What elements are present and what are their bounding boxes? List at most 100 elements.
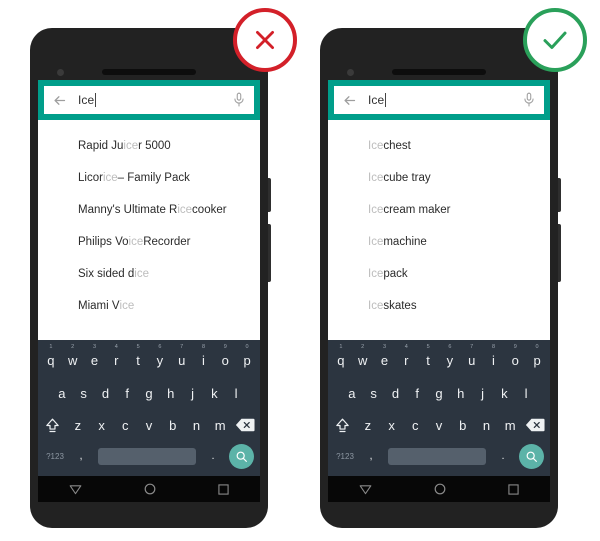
volume-button[interactable] — [268, 224, 271, 282]
period-key[interactable]: . — [202, 450, 224, 462]
key-l[interactable]: l — [515, 387, 537, 400]
search-query[interactable]: Ice — [78, 93, 232, 107]
key-h[interactable]: h — [160, 387, 182, 400]
key-t[interactable]: 5t — [417, 344, 439, 367]
backspace-icon[interactable] — [232, 418, 258, 432]
key-m[interactable]: m — [498, 419, 522, 432]
key-n[interactable]: n — [475, 419, 499, 432]
list-item[interactable]: Philips Vo ice Recorder — [38, 226, 260, 258]
symbols-key[interactable]: ?123 — [330, 452, 360, 461]
nav-back-triangle-icon[interactable] — [69, 484, 82, 495]
key-p[interactable]: 0p — [526, 344, 548, 367]
keyboard-search-key[interactable] — [224, 443, 258, 469]
list-item[interactable]: Miami V ice — [38, 290, 260, 322]
microphone-icon[interactable] — [522, 92, 536, 108]
key-a[interactable]: a — [51, 387, 73, 400]
key-b[interactable]: b — [161, 419, 185, 432]
list-item[interactable]: Ice cream maker — [328, 194, 550, 226]
comma-key[interactable]: , — [70, 450, 92, 462]
period-key[interactable]: . — [492, 450, 514, 462]
key-v[interactable]: v — [137, 419, 161, 432]
comma-key[interactable]: , — [360, 450, 382, 462]
key-q[interactable]: 1q — [40, 344, 62, 367]
key-z[interactable]: z — [66, 419, 90, 432]
nav-recents-square-icon[interactable] — [218, 483, 229, 495]
list-item[interactable]: Manny's Ultimate R ice cooker — [38, 194, 260, 226]
list-item[interactable]: Rapid Ju ice r 5000 — [38, 130, 260, 162]
back-arrow-icon[interactable] — [342, 93, 357, 108]
key-w[interactable]: 2w — [62, 344, 84, 367]
key-j[interactable]: j — [182, 387, 204, 400]
list-item[interactable]: Six sided d ice — [38, 258, 260, 290]
search-query[interactable]: Ice — [368, 93, 522, 107]
key-c[interactable]: c — [403, 419, 427, 432]
key-d[interactable]: d — [385, 387, 407, 400]
key-g[interactable]: g — [428, 387, 450, 400]
key-k[interactable]: k — [203, 387, 225, 400]
list-item[interactable]: Licor ice – Family Pack — [38, 162, 260, 194]
key-i[interactable]: 8i — [193, 344, 215, 367]
space-key[interactable] — [98, 447, 196, 465]
volume-button[interactable] — [558, 224, 561, 282]
key-c[interactable]: c — [113, 419, 137, 432]
list-item[interactable]: Ice cube tray — [328, 162, 550, 194]
power-button[interactable] — [558, 178, 561, 212]
key-j[interactable]: j — [472, 387, 494, 400]
key-l[interactable]: l — [225, 387, 247, 400]
power-button[interactable] — [268, 178, 271, 212]
key-i[interactable]: 8i — [483, 344, 505, 367]
search-input[interactable]: Ice — [368, 93, 384, 107]
key-p[interactable]: 0p — [236, 344, 258, 367]
space-key[interactable] — [388, 447, 486, 465]
key-d[interactable]: d — [95, 387, 117, 400]
nav-home-circle-icon[interactable] — [144, 483, 156, 495]
key-r[interactable]: 4r — [395, 344, 417, 367]
key-f[interactable]: f — [406, 387, 428, 400]
search-field[interactable]: Ice — [44, 86, 254, 114]
key-x[interactable]: x — [380, 419, 404, 432]
key-o[interactable]: 9o — [214, 344, 236, 367]
search-icon[interactable] — [228, 443, 254, 469]
list-item[interactable]: Ice pack — [328, 258, 550, 290]
search-input[interactable]: Ice — [78, 93, 94, 107]
search-field[interactable]: Ice — [334, 86, 544, 114]
shift-icon[interactable] — [40, 417, 66, 434]
nav-back-triangle-icon[interactable] — [359, 484, 372, 495]
key-x[interactable]: x — [90, 419, 114, 432]
key-b[interactable]: b — [451, 419, 475, 432]
key-g[interactable]: g — [138, 387, 160, 400]
symbols-key[interactable]: ?123 — [40, 452, 70, 461]
list-item[interactable]: Ice chest — [328, 130, 550, 162]
key-w[interactable]: 2w — [352, 344, 374, 367]
key-y[interactable]: 6y — [149, 344, 171, 367]
key-q[interactable]: 1q — [330, 344, 352, 367]
key-e[interactable]: 3e — [374, 344, 396, 367]
list-item[interactable]: Ice skates — [328, 290, 550, 322]
nav-recents-square-icon[interactable] — [508, 483, 519, 495]
key-e[interactable]: 3e — [84, 344, 106, 367]
nav-home-circle-icon[interactable] — [434, 483, 446, 495]
keyboard-search-key[interactable] — [514, 443, 548, 469]
key-h[interactable]: h — [450, 387, 472, 400]
key-v[interactable]: v — [427, 419, 451, 432]
key-r[interactable]: 4r — [105, 344, 127, 367]
key-s[interactable]: s — [73, 387, 95, 400]
key-n[interactable]: n — [185, 419, 209, 432]
back-arrow-icon[interactable] — [52, 93, 67, 108]
key-m[interactable]: m — [208, 419, 232, 432]
key-y[interactable]: 6y — [439, 344, 461, 367]
key-k[interactable]: k — [493, 387, 515, 400]
key-z[interactable]: z — [356, 419, 380, 432]
list-item[interactable]: Ice machine — [328, 226, 550, 258]
key-s[interactable]: s — [363, 387, 385, 400]
search-icon[interactable] — [518, 443, 544, 469]
backspace-icon[interactable] — [522, 418, 548, 432]
key-u[interactable]: 7u — [171, 344, 193, 367]
microphone-icon[interactable] — [232, 92, 246, 108]
key-f[interactable]: f — [116, 387, 138, 400]
key-o[interactable]: 9o — [504, 344, 526, 367]
key-a[interactable]: a — [341, 387, 363, 400]
key-t[interactable]: 5t — [127, 344, 149, 367]
key-u[interactable]: 7u — [461, 344, 483, 367]
shift-icon[interactable] — [330, 417, 356, 434]
